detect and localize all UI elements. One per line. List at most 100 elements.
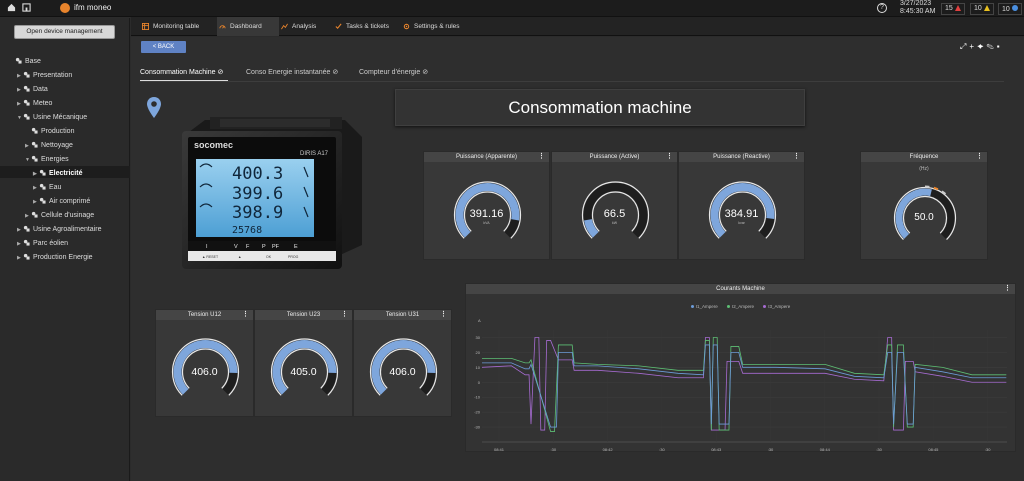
- y-tick-label: -20: [474, 410, 481, 415]
- y-tick-label: 0: [478, 380, 481, 385]
- tree-item[interactable]: ▶ Eau: [33, 183, 61, 193]
- gauge-widget: Puissance (Active) ⋮ 66.5 kW: [551, 151, 678, 260]
- x-tick-label: 08:43: [711, 447, 722, 451]
- node-icon: [23, 225, 30, 232]
- device-button-5: PF: [272, 244, 280, 250]
- widget-menu-icon[interactable]: ⋮: [1004, 284, 1011, 294]
- subtab-divider: [140, 81, 1004, 82]
- tree-item-label: Production Energie: [33, 254, 93, 261]
- widget-menu-icon[interactable]: ⋮: [793, 152, 800, 162]
- tree-item[interactable]: ▶ Production Energie: [17, 253, 93, 263]
- tree-item[interactable]: Production: [25, 127, 74, 137]
- y-tick-label: 10: [476, 365, 481, 370]
- subtab-conso-energie[interactable]: Conso Energie instantanée ⊘: [246, 68, 338, 76]
- gauge-title: Tension U31: [385, 312, 420, 318]
- tree-item-label: Air comprimé: [49, 198, 91, 205]
- lcd-row-2: 399.6: [232, 184, 283, 204]
- tree-item[interactable]: ▶ Presentation: [17, 71, 72, 81]
- widget-menu-icon[interactable]: ⋮: [341, 310, 348, 320]
- page-title: Consommation machine: [395, 89, 805, 126]
- tree-item-label: Presentation: [33, 72, 73, 79]
- x-tick-label: 08:44: [820, 447, 831, 451]
- tab-label: Analysis: [292, 23, 317, 30]
- widget-header: Tension U23 ⋮: [255, 310, 352, 320]
- tab-monitoring-table[interactable]: Monitoring table: [140, 17, 199, 36]
- node-icon: [31, 141, 38, 148]
- tree-item-label: Nettoyage: [41, 142, 73, 149]
- node-icon: [31, 211, 38, 218]
- alarm-badge-critical[interactable]: 15: [941, 3, 965, 15]
- tab-settings-rules[interactable]: Settings & rules: [401, 17, 460, 36]
- tree-item[interactable]: ▶ Meteo: [17, 99, 52, 109]
- tree-item-label: Cellule d'usinage: [41, 212, 95, 219]
- device-footer-1: ▲ RESET: [202, 255, 219, 259]
- tree-item[interactable]: ▶ Electricité: [33, 169, 82, 179]
- help-icon[interactable]: ?: [877, 3, 887, 13]
- series-line-i2: [482, 337, 1007, 432]
- tree-item[interactable]: ▶ Parc éolien: [17, 239, 68, 249]
- tab-tasks-tickets[interactable]: Tasks & tickets: [333, 17, 389, 36]
- device-brand: socomec: [194, 140, 233, 150]
- gauge-title: Tension U23: [286, 312, 321, 318]
- tree-item[interactable]: ▶ Usine Agroalimentaire: [17, 225, 101, 235]
- settings-icon: [403, 23, 410, 30]
- widget-menu-icon[interactable]: ⋮: [976, 152, 983, 162]
- tree-item-label: Usine Mécanique: [33, 114, 88, 121]
- device-footer-2: ▲: [238, 255, 241, 259]
- y-axis-label: A: [478, 318, 481, 323]
- alarm-badge-info[interactable]: 10: [998, 3, 1022, 15]
- subtab-compteur-energie[interactable]: Compteur d'énergie ⊘: [359, 68, 428, 76]
- series-line-i3: [481, 337, 1007, 431]
- tree-item[interactable]: ▼ Energies: [25, 155, 69, 165]
- tree-item-label: Production: [41, 128, 75, 135]
- home-icon[interactable]: [7, 3, 16, 12]
- delete-icon[interactable]: ▪: [997, 42, 1003, 51]
- node-icon: [23, 253, 30, 260]
- tree-item[interactable]: ▶ Nettoyage: [25, 141, 73, 151]
- link-icon: ⊘: [422, 69, 429, 76]
- edit-icon[interactable]: ✎: [986, 42, 996, 51]
- x-tick-label: 08:41: [494, 447, 505, 451]
- button-label: Open device management: [26, 28, 103, 35]
- tree-item[interactable]: ▼ Usine Mécanique: [17, 113, 87, 123]
- widget-menu-icon[interactable]: ⋮: [440, 310, 447, 320]
- y-tick-label: 20: [476, 350, 481, 355]
- tree-item[interactable]: ▶ Data: [17, 85, 48, 95]
- gauge-unit: kW: [611, 221, 618, 226]
- widget-header: Tension U31 ⋮: [354, 310, 451, 320]
- tree-item[interactable]: Base: [9, 57, 41, 67]
- back-button[interactable]: < BACK: [141, 41, 186, 53]
- fullscreen-icon[interactable]: ⤢: [960, 42, 969, 51]
- main-tabs: Monitoring table Dashboard Analysis Task…: [131, 17, 1024, 36]
- x-tick-label: :30: [659, 447, 665, 451]
- node-icon: [39, 169, 46, 176]
- lcd-row-1: 400.3: [232, 164, 283, 184]
- open-device-management-button[interactable]: Open device management: [14, 25, 115, 39]
- gauge-value: 405.0: [290, 365, 317, 378]
- y-tick-label: 30: [476, 335, 481, 340]
- tree-item-label: Meteo: [33, 100, 53, 107]
- alarm-count: 10: [974, 5, 982, 12]
- y-tick-label: -30: [474, 425, 481, 430]
- tree-item[interactable]: ▶ Cellule d'usinage: [25, 211, 94, 221]
- node-icon: [23, 239, 30, 246]
- alarm-count: 15: [945, 5, 953, 12]
- subtab-label: Compteur d'énergie: [359, 69, 421, 76]
- tree-item[interactable]: ▶ Air comprimé: [33, 197, 90, 207]
- tree-item-label: Energies: [41, 156, 69, 163]
- alarm-badge-warning[interactable]: 10: [970, 3, 994, 15]
- tab-dashboard[interactable]: Dashboard: [217, 17, 279, 36]
- subtab-label: Consommation Machine: [140, 69, 216, 76]
- widget-menu-icon[interactable]: ⋮: [666, 152, 673, 162]
- tree-item-label: Electricité: [49, 170, 83, 177]
- gauge-title: Puissance (Apparente): [455, 154, 518, 160]
- building-icon[interactable]: [22, 3, 31, 12]
- datetime: 3/27/2023 8:45:30 AM: [900, 0, 935, 16]
- tab-analysis[interactable]: Analysis: [279, 17, 316, 36]
- widget-menu-icon[interactable]: ⋮: [538, 152, 545, 162]
- subtab-consommation-machine[interactable]: Consommation Machine ⊘: [140, 68, 223, 76]
- widget-menu-icon[interactable]: ⋮: [242, 310, 249, 320]
- tree-item-label: Parc éolien: [33, 240, 69, 247]
- add-icon[interactable]: +: [969, 42, 977, 51]
- power-meter-image: socomec DIRIS A17 400.3 399.6 398.9 2576…: [182, 117, 362, 269]
